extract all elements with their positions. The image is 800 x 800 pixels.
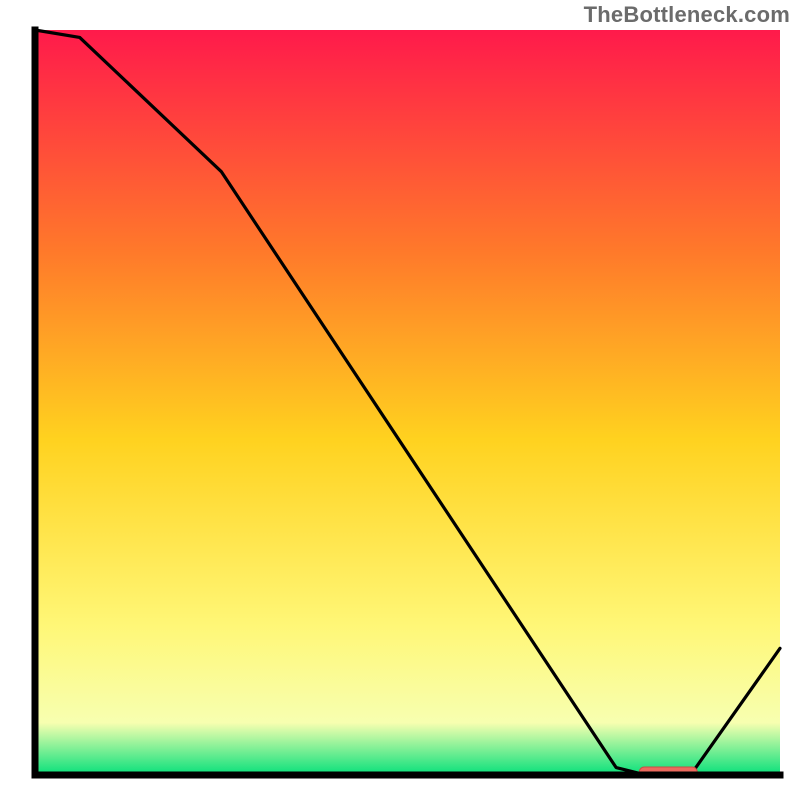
plot-background xyxy=(35,30,780,775)
chart-stage: TheBottleneck.com xyxy=(0,0,800,800)
bottleneck-chart xyxy=(0,0,800,800)
